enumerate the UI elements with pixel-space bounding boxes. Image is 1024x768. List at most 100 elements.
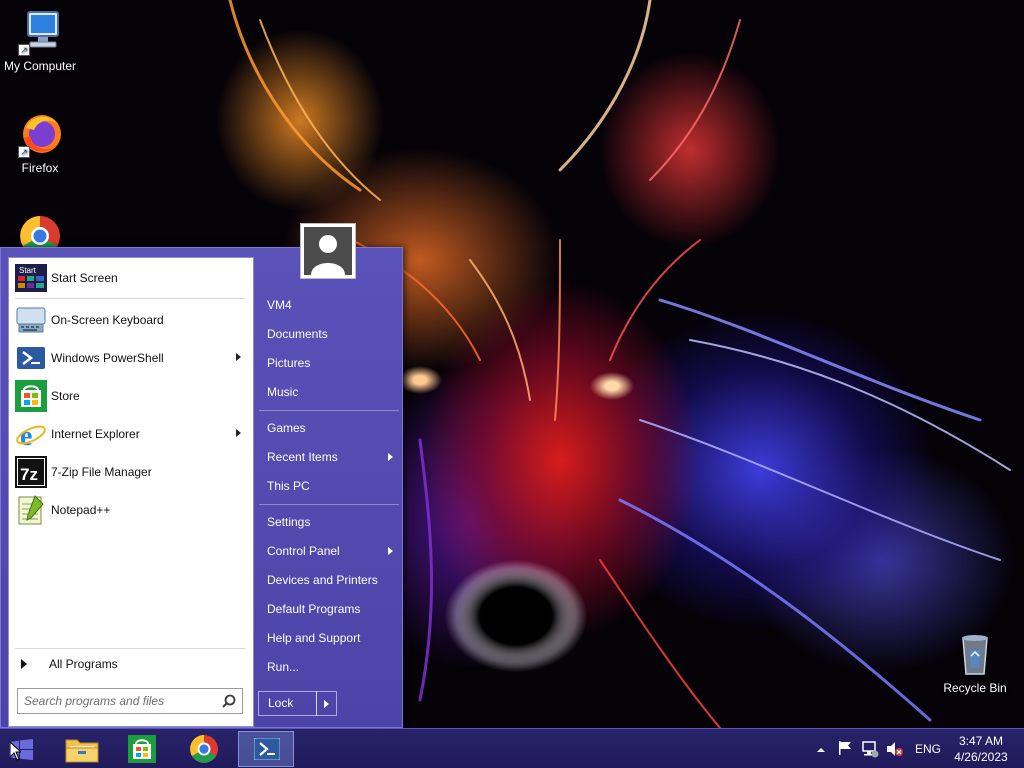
right-item-recent-items[interactable]: Recent Items: [259, 444, 397, 470]
lock-label: Lock: [268, 696, 294, 710]
right-item-label: Pictures: [267, 356, 311, 370]
program-label: Internet Explorer: [51, 427, 140, 441]
right-item-label: Recent Items: [267, 450, 338, 464]
program-label: Store: [51, 389, 80, 403]
chevron-up-icon: [817, 748, 825, 752]
input-language-indicator[interactable]: ENG: [915, 742, 941, 756]
clock-time: 3:47 AM: [958, 734, 1004, 748]
mouse-cursor-icon: [9, 740, 23, 764]
program-7zip[interactable]: 7z 7-Zip File Manager: [11, 454, 251, 490]
shortcut-arrow-icon: ↗: [18, 146, 30, 158]
right-item-run[interactable]: Run...: [259, 654, 397, 680]
right-item-label: Settings: [267, 515, 311, 529]
programs-separator: [15, 648, 245, 649]
chevron-right-icon: [21, 659, 27, 669]
desktop-icon-firefox[interactable]: ↗ Firefox: [0, 110, 80, 175]
store-icon: [128, 735, 156, 766]
shortcut-arrow-icon: ↗: [18, 44, 30, 56]
search-box: [17, 688, 243, 714]
program-start-screen[interactable]: Start Start Screen: [11, 260, 251, 296]
search-input[interactable]: [18, 689, 208, 713]
seven-zip-icon: 7z: [15, 456, 47, 488]
file-explorer-button[interactable]: [54, 731, 110, 767]
right-item-label: VM4: [267, 298, 292, 312]
keyboard-icon: [15, 304, 47, 336]
program-windows-powershell[interactable]: Windows PowerShell: [11, 340, 251, 376]
clock-date: 4/26/2023: [954, 750, 1008, 764]
right-item-this-pc[interactable]: This PC: [259, 473, 397, 499]
desktop-icon-label: My Computer: [3, 59, 77, 73]
right-item-help-and-support[interactable]: Help and Support: [259, 625, 397, 651]
firefox-icon: ↗: [16, 110, 64, 158]
clock[interactable]: 3:47 AM 4/26/2023: [946, 733, 1016, 765]
program-label: On-Screen Keyboard: [51, 313, 164, 327]
right-item-documents[interactable]: Documents: [259, 321, 397, 347]
chrome-button[interactable]: [176, 731, 232, 767]
start-menu: Start Start Screen On-Screen Keyboard Wi…: [0, 247, 403, 728]
right-item-pictures[interactable]: Pictures: [259, 350, 397, 376]
right-item-label: Games: [267, 421, 306, 435]
right-item-label: Devices and Printers: [267, 573, 378, 587]
user-account-tile[interactable]: [300, 223, 356, 279]
submenu-arrow-icon: [388, 547, 393, 555]
desktop-icon-chrome[interactable]: [0, 212, 80, 248]
right-item-music[interactable]: Music: [259, 379, 397, 405]
powershell-icon: [253, 737, 281, 763]
computer-icon: ↗: [16, 8, 64, 56]
all-programs-label: All Programs: [49, 657, 118, 671]
powershell-button[interactable]: [238, 731, 294, 767]
power-options-button[interactable]: [316, 691, 337, 716]
action-center-flag-icon[interactable]: [837, 740, 853, 768]
start-button[interactable]: [0, 731, 46, 767]
right-item-label: This PC: [267, 479, 310, 493]
right-item-vm4[interactable]: VM4: [259, 292, 397, 318]
svg-text:e: e: [20, 421, 32, 450]
right-item-control-panel[interactable]: Control Panel: [259, 538, 397, 564]
svg-text:Start: Start: [19, 266, 37, 275]
submenu-arrow-icon: [388, 453, 393, 461]
program-label: Windows PowerShell: [51, 351, 164, 365]
volume-muted-icon[interactable]: [885, 740, 903, 768]
notepad-plus-plus-icon: [15, 494, 47, 526]
chrome-icon: [189, 734, 219, 767]
lock-button[interactable]: Lock: [258, 691, 317, 716]
user-avatar-icon: [304, 227, 352, 275]
store-icon: [15, 380, 47, 412]
programs-pane: Start Start Screen On-Screen Keyboard Wi…: [8, 257, 254, 727]
right-item-label: Run...: [267, 660, 300, 674]
right-item-label: Control Panel: [267, 544, 340, 558]
recycle-bin-icon: [951, 630, 999, 678]
right-item-label: Documents: [267, 327, 328, 341]
program-notepad-plus-plus[interactable]: Notepad++: [11, 492, 251, 528]
store-button[interactable]: [114, 731, 170, 767]
chevron-right-icon: [324, 700, 329, 708]
right-pane-separator: [259, 410, 399, 411]
svg-text:7z: 7z: [20, 465, 38, 484]
taskbar: ENG 3:47 AM 4/26/2023: [0, 728, 1024, 768]
desktop-icon-recycle-bin[interactable]: Recycle Bin: [935, 630, 1015, 695]
network-icon[interactable]: [861, 740, 879, 768]
show-hidden-icons-button[interactable]: [816, 744, 826, 768]
program-label: Start Screen: [51, 271, 118, 285]
search-icon[interactable]: [222, 694, 236, 708]
right-item-settings[interactable]: Settings: [259, 509, 397, 535]
program-label: Notepad++: [51, 503, 111, 517]
program-store[interactable]: Store: [11, 378, 251, 414]
program-on-screen-keyboard[interactable]: On-Screen Keyboard: [11, 302, 251, 338]
desktop-icon-label: Firefox: [21, 161, 59, 175]
start-screen-icon: Start: [15, 262, 47, 294]
internet-explorer-icon: e: [15, 418, 47, 452]
right-item-devices-and-printers[interactable]: Devices and Printers: [259, 567, 397, 593]
program-label: 7-Zip File Manager: [51, 465, 152, 479]
right-item-label: Help and Support: [267, 631, 361, 645]
desktop-icon-label: Recycle Bin: [943, 681, 1007, 695]
powershell-icon: [15, 342, 47, 374]
all-programs-button[interactable]: All Programs: [11, 652, 251, 676]
submenu-arrow-icon: [236, 429, 241, 437]
right-item-default-programs[interactable]: Default Programs: [259, 596, 397, 622]
right-pane-separator: [259, 504, 399, 505]
desktop-icon-my-computer[interactable]: ↗ My Computer: [0, 8, 80, 73]
right-item-games[interactable]: Games: [259, 415, 397, 441]
right-item-label: Music: [267, 385, 299, 399]
program-internet-explorer[interactable]: e Internet Explorer: [11, 416, 251, 452]
